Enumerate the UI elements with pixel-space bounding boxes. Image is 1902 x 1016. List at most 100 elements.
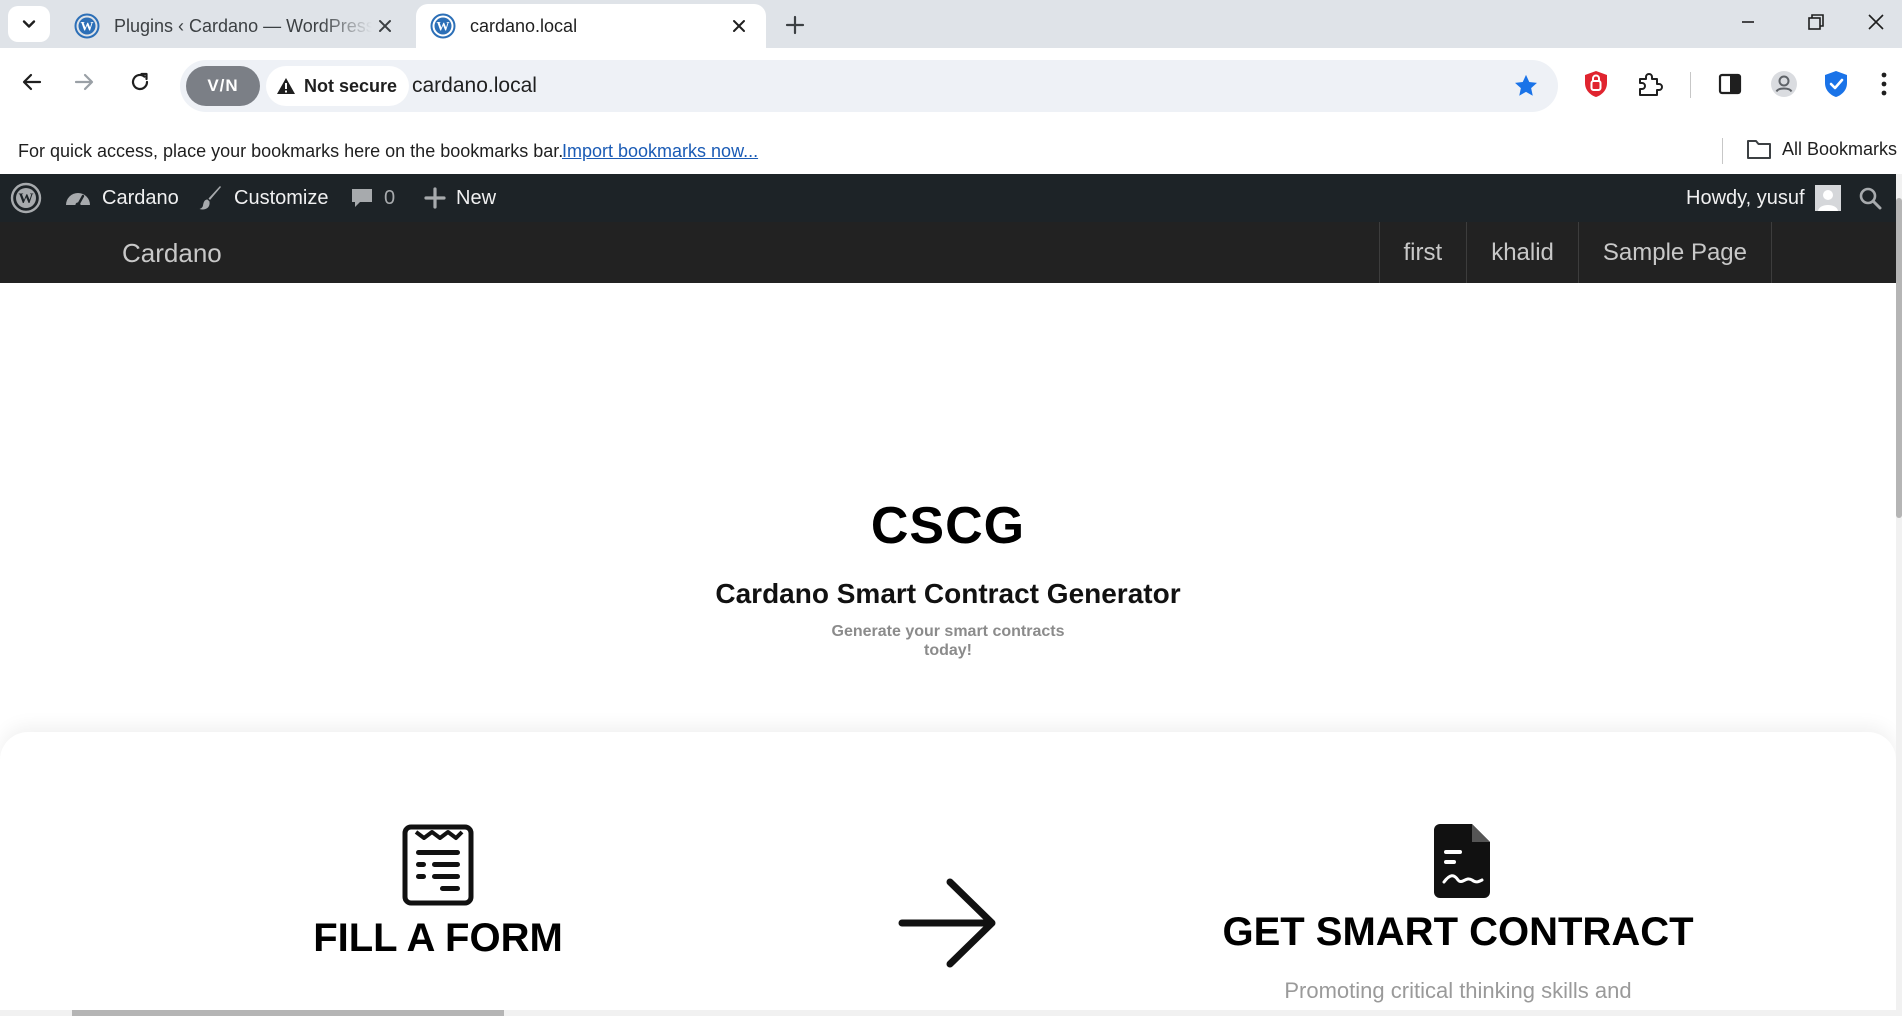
bookmarks-message: For quick access, place your bookmarks h… <box>18 141 564 161</box>
my-account-menu[interactable]: Howdy, yusuf <box>1686 174 1841 222</box>
site-info-button[interactable]: Not secure <box>266 66 410 106</box>
tab-plugins[interactable]: W Plugins ‹ Cardano — WordPress <box>60 4 412 48</box>
vertical-scroll-thumb[interactable] <box>1896 198 1902 518</box>
tab-search-button[interactable] <box>8 6 50 42</box>
avatar-icon <box>1814 185 1841 211</box>
step-get-contract-title: GET SMART CONTRACT <box>1222 910 1694 954</box>
bookmarks-bar: For quick access, place your bookmarks h… <box>0 128 1902 174</box>
profile-button[interactable] <box>1768 68 1800 100</box>
plus-icon <box>424 187 446 209</box>
arrow-right-icon <box>898 878 996 968</box>
brush-icon <box>199 186 221 210</box>
puzzle-icon <box>1639 73 1663 96</box>
close-icon <box>1868 14 1884 30</box>
security-label: Not secure <box>304 75 398 96</box>
tab-cardano-local[interactable]: W cardano.local <box>416 4 766 48</box>
hero-subtitle: Cardano Smart Contract Generator <box>715 578 1181 609</box>
wp-logo-menu[interactable]: W <box>10 174 42 222</box>
forward-button[interactable] <box>66 64 102 100</box>
horizontal-scroll-thumb[interactable] <box>72 1010 504 1016</box>
all-bookmarks-button[interactable]: All Bookmarks <box>1746 138 1897 160</box>
restore-icon <box>1808 14 1824 30</box>
wp-admin-bar: W Cardano Customize 0 New Howdy, yusuf <box>0 174 1896 222</box>
wordpress-icon: W <box>74 13 100 39</box>
comment-icon <box>352 189 372 207</box>
toolbar-divider <box>1690 72 1691 98</box>
customize-link[interactable]: Customize <box>198 174 328 222</box>
extension-shield-red[interactable] <box>1580 68 1612 100</box>
wordpress-icon: W <box>430 13 456 39</box>
browser-menu-button[interactable] <box>1872 68 1896 100</box>
contract-document-icon <box>1434 824 1490 898</box>
site-header: Cardano first khalid Sample Page <box>0 222 1896 283</box>
step-fill-form-title: FILL A FORM <box>313 916 563 960</box>
close-window-button[interactable] <box>1850 0 1902 44</box>
bookmarks-divider <box>1722 138 1723 164</box>
nav-item-sample-page[interactable]: Sample Page <box>1579 222 1772 283</box>
profile-icon <box>1771 71 1797 97</box>
steps-section: FILL A FORM GET SMART CONTRACT Promoting… <box>0 732 1896 1016</box>
side-panel-icon <box>1718 73 1742 95</box>
dashboard-icon <box>66 193 90 208</box>
restore-button[interactable] <box>1782 0 1850 44</box>
reload-button[interactable] <box>122 64 158 100</box>
import-bookmarks-link[interactable]: Import bookmarks now... <box>562 141 758 162</box>
nav-item-first[interactable]: first <box>1378 222 1468 283</box>
tab-title: cardano.local <box>470 15 578 36</box>
close-icon <box>733 20 745 32</box>
step-get-contract-desc: Promoting critical thinking skills and <box>1284 978 1632 1003</box>
tab-close-button[interactable] <box>726 13 752 39</box>
new-tab-button[interactable] <box>778 8 812 42</box>
chevron-down-icon <box>22 20 36 28</box>
new-content-menu[interactable]: New <box>424 174 496 222</box>
reload-icon <box>131 72 149 91</box>
plus-icon <box>785 15 805 35</box>
comments-link[interactable]: 0 <box>350 174 395 222</box>
shield-check-icon <box>1825 71 1847 97</box>
tab-close-button[interactable] <box>372 13 398 39</box>
admin-site-name-menu[interactable]: Cardano <box>64 174 179 222</box>
bookmark-star-button[interactable] <box>1512 72 1540 105</box>
nav-item-khalid[interactable]: khalid <box>1467 222 1579 283</box>
hero-tagline: Generate your smart contracts today! <box>818 622 1078 660</box>
url-text[interactable]: cardano.local <box>412 74 537 98</box>
side-panel-button[interactable] <box>1714 68 1746 100</box>
extensions-button[interactable] <box>1634 68 1666 100</box>
more-vert-icon <box>1881 72 1887 96</box>
close-icon <box>379 20 391 32</box>
hero-title: CSCG <box>870 497 1026 555</box>
hero-tagline-line2: today! <box>924 642 972 659</box>
browser-toolbar: V/N Not secure cardano.local <box>0 48 1902 128</box>
vpn-button[interactable]: V/N <box>186 66 260 106</box>
horizontal-scrollbar[interactable] <box>0 1010 1896 1016</box>
new-label: New <box>456 186 497 209</box>
tab-title: Plugins ‹ Cardano — WordPress <box>114 15 372 36</box>
svg-text:W: W <box>19 191 34 207</box>
primary-navigation: first khalid Sample Page <box>1378 222 1772 283</box>
page-viewport[interactable]: W Cardano Customize 0 New Howdy, yusuf C… <box>0 174 1902 1016</box>
vertical-scrollbar[interactable] <box>1896 174 1902 1016</box>
search-icon <box>1859 187 1882 210</box>
form-icon <box>402 824 474 906</box>
address-bar[interactable]: V/N Not secure cardano.local <box>180 60 1558 112</box>
minimize-button[interactable] <box>1714 0 1782 44</box>
customize-label: Customize <box>234 186 329 209</box>
svg-text:W: W <box>437 19 450 34</box>
browser-tab-strip: W Plugins ‹ Cardano — WordPress W cardan… <box>0 0 1902 48</box>
hero-tagline-line1: Generate your smart contracts <box>831 623 1065 640</box>
extension-shield-blue[interactable] <box>1820 68 1852 100</box>
minimize-icon <box>1742 21 1754 23</box>
howdy-text: Howdy, yusuf <box>1686 186 1805 209</box>
arrow-left-icon <box>22 73 42 91</box>
folder-icon <box>1747 140 1771 159</box>
back-button[interactable] <box>14 64 50 100</box>
arrow-right-icon <box>74 73 94 91</box>
all-bookmarks-label: All Bookmarks <box>1782 138 1898 159</box>
vpn-label: V/N <box>207 76 239 95</box>
shield-icon <box>1585 71 1607 97</box>
wordpress-logo-icon: W <box>10 182 42 214</box>
site-title-link[interactable]: Cardano <box>122 238 222 269</box>
admin-search-button[interactable] <box>1858 174 1882 222</box>
comments-count: 0 <box>384 186 396 209</box>
svg-text:W: W <box>81 19 94 34</box>
